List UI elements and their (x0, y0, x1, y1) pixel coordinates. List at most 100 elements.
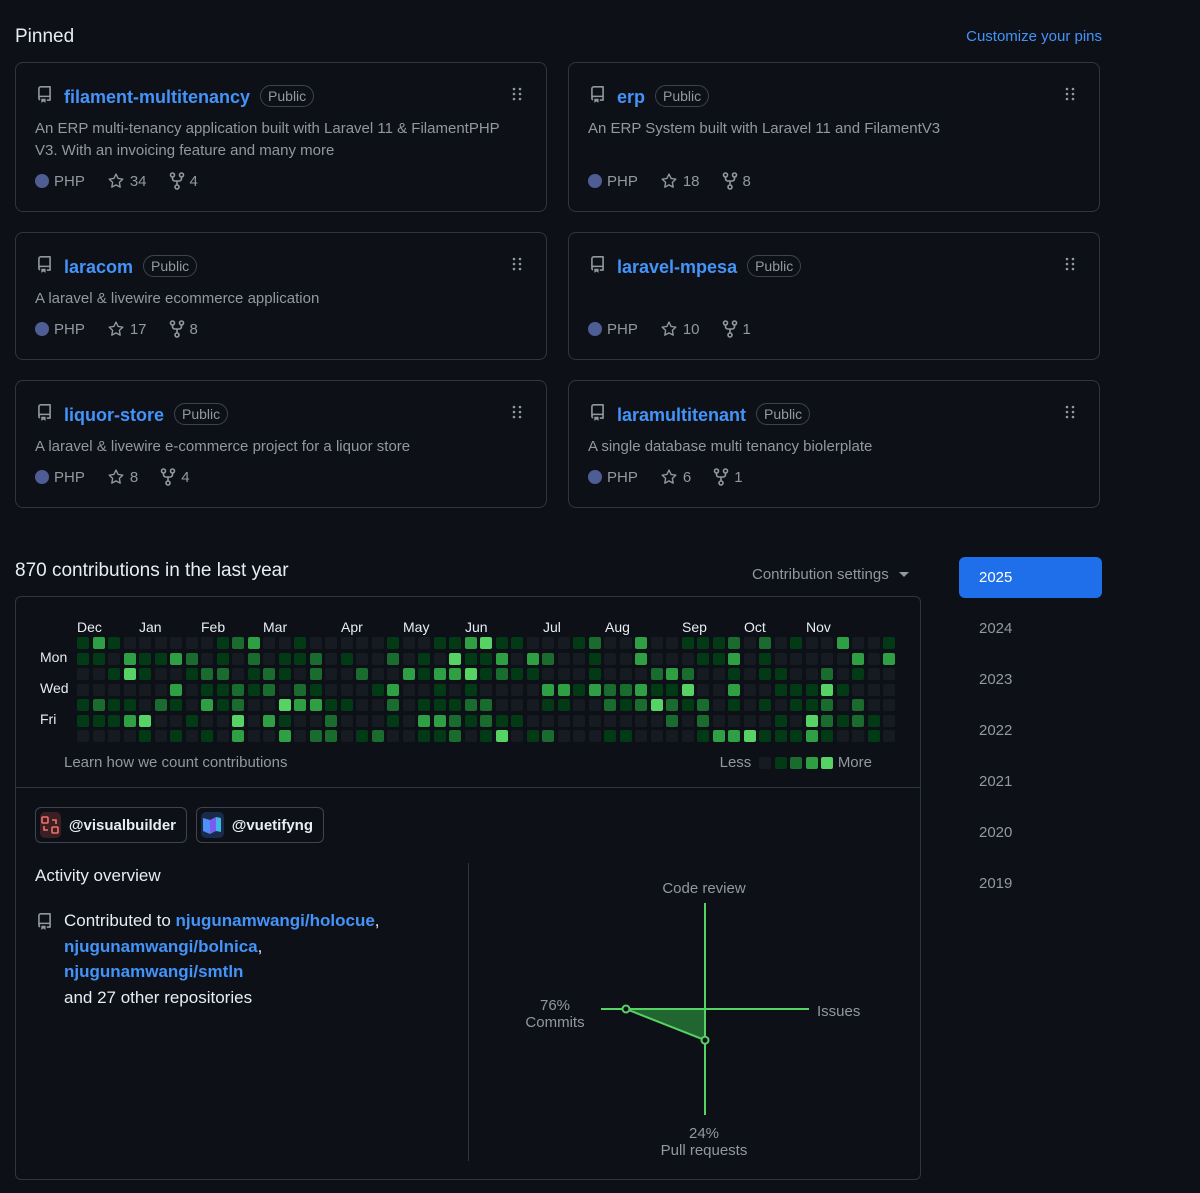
contribution-day-cell[interactable] (449, 730, 461, 742)
contribution-day-cell[interactable] (185, 714, 198, 727)
contribution-day-cell[interactable] (340, 652, 353, 665)
contribution-day-cell[interactable] (821, 668, 833, 680)
contribution-day-cell[interactable] (278, 637, 291, 649)
repo-name-link[interactable]: laravel-mpesa (617, 257, 737, 277)
contribution-day-cell[interactable] (573, 730, 585, 742)
contribution-day-cell[interactable] (418, 699, 430, 711)
contribution-day-cell[interactable] (170, 652, 182, 665)
drag-handle-icon[interactable] (1065, 87, 1075, 101)
contribution-day-cell[interactable] (681, 652, 694, 665)
contribution-day-cell[interactable] (495, 637, 508, 649)
contribution-day-cell[interactable] (790, 683, 802, 696)
contribution-day-cell[interactable] (619, 683, 632, 696)
contribution-day-cell[interactable] (635, 652, 647, 665)
contribution-day-cell[interactable] (108, 683, 120, 696)
contribution-day-cell[interactable] (728, 699, 740, 711)
contribution-day-cell[interactable] (263, 699, 275, 711)
contribution-day-cell[interactable] (309, 683, 322, 696)
contribution-day-cell[interactable] (108, 730, 120, 742)
contribution-day-cell[interactable] (433, 714, 446, 727)
contribution-day-cell[interactable] (883, 652, 895, 665)
contribution-day-cell[interactable] (278, 699, 291, 711)
contribution-day-cell[interactable] (588, 730, 601, 742)
contribution-day-cell[interactable] (681, 668, 694, 680)
drag-handle-icon[interactable] (1065, 257, 1075, 271)
contribution-day-cell[interactable] (356, 730, 368, 742)
contribution-day-cell[interactable] (92, 730, 105, 742)
contribution-day-cell[interactable] (526, 714, 539, 727)
drag-handle-icon[interactable] (512, 257, 522, 271)
contribution-day-cell[interactable] (790, 637, 802, 649)
contribution-day-cell[interactable] (123, 637, 136, 649)
contribution-day-cell[interactable] (340, 668, 353, 680)
contribution-day-cell[interactable] (604, 652, 616, 665)
contribution-day-cell[interactable] (557, 683, 570, 696)
contribution-day-cell[interactable] (852, 668, 864, 680)
contribution-day-cell[interactable] (309, 699, 322, 711)
contribution-day-cell[interactable] (201, 683, 213, 696)
contribution-day-cell[interactable] (170, 683, 182, 696)
contribution-day-cell[interactable] (759, 652, 771, 665)
contribution-day-cell[interactable] (387, 730, 399, 742)
repo-name-link[interactable]: erp (617, 87, 645, 107)
contribution-day-cell[interactable] (123, 652, 136, 665)
contribution-day-cell[interactable] (712, 637, 725, 649)
contribution-day-cell[interactable] (309, 714, 322, 727)
contribution-day-cell[interactable] (511, 668, 523, 680)
contribution-day-cell[interactable] (805, 637, 818, 649)
contribution-day-cell[interactable] (170, 714, 182, 727)
contribution-day-cell[interactable] (464, 730, 477, 742)
contribution-day-cell[interactable] (123, 714, 136, 727)
contribution-day-cell[interactable] (495, 652, 508, 665)
contribution-settings-dropdown[interactable]: Contribution settings (752, 566, 909, 583)
contribution-day-cell[interactable] (867, 699, 880, 711)
contribution-day-cell[interactable] (542, 668, 554, 680)
contribution-day-cell[interactable] (526, 637, 539, 649)
contribution-day-cell[interactable] (325, 652, 337, 665)
forks-link[interactable]: 4 (160, 468, 190, 486)
contribution-day-cell[interactable] (681, 683, 694, 696)
contribution-day-cell[interactable] (433, 683, 446, 696)
contribution-day-cell[interactable] (108, 699, 120, 711)
contribution-day-cell[interactable] (743, 668, 756, 680)
contribution-day-cell[interactable] (387, 683, 399, 696)
year-2019[interactable]: 2019 (959, 863, 1102, 904)
contribution-day-cell[interactable] (635, 637, 647, 649)
contribution-day-cell[interactable] (774, 683, 787, 696)
contribution-day-cell[interactable] (526, 699, 539, 711)
contribution-day-cell[interactable] (588, 699, 601, 711)
contribution-day-cell[interactable] (557, 730, 570, 742)
contribution-day-cell[interactable] (294, 652, 306, 665)
contribution-day-cell[interactable] (666, 699, 678, 711)
customize-pins-link[interactable]: Customize your pins (966, 28, 1102, 45)
contribution-day-cell[interactable] (526, 668, 539, 680)
contribution-day-cell[interactable] (371, 683, 384, 696)
contribution-day-cell[interactable] (588, 652, 601, 665)
contribution-day-cell[interactable] (790, 652, 802, 665)
contribution-day-cell[interactable] (759, 699, 771, 711)
contribution-day-cell[interactable] (294, 699, 306, 711)
year-2024[interactable]: 2024 (959, 608, 1102, 649)
contribution-day-cell[interactable] (371, 652, 384, 665)
contribution-day-cell[interactable] (108, 668, 120, 680)
contribution-day-cell[interactable] (201, 714, 213, 727)
contribution-day-cell[interactable] (852, 652, 864, 665)
contribution-day-cell[interactable] (123, 668, 136, 680)
contribution-day-cell[interactable] (774, 730, 787, 742)
contribution-day-cell[interactable] (232, 683, 244, 696)
contribution-day-cell[interactable] (201, 668, 213, 680)
contribution-day-cell[interactable] (511, 714, 523, 727)
contribution-day-cell[interactable] (511, 637, 523, 649)
contribution-day-cell[interactable] (387, 699, 399, 711)
contribution-day-cell[interactable] (92, 652, 105, 665)
contribution-day-cell[interactable] (650, 668, 663, 680)
contribution-day-cell[interactable] (154, 699, 167, 711)
contribution-day-cell[interactable] (604, 714, 616, 727)
forks-link[interactable]: 1 (713, 468, 743, 486)
contribution-day-cell[interactable] (867, 637, 880, 649)
contribution-day-cell[interactable] (216, 652, 229, 665)
contribution-day-cell[interactable] (309, 637, 322, 649)
contribution-day-cell[interactable] (387, 714, 399, 727)
contribution-day-cell[interactable] (449, 683, 461, 696)
contribution-day-cell[interactable] (139, 637, 151, 649)
